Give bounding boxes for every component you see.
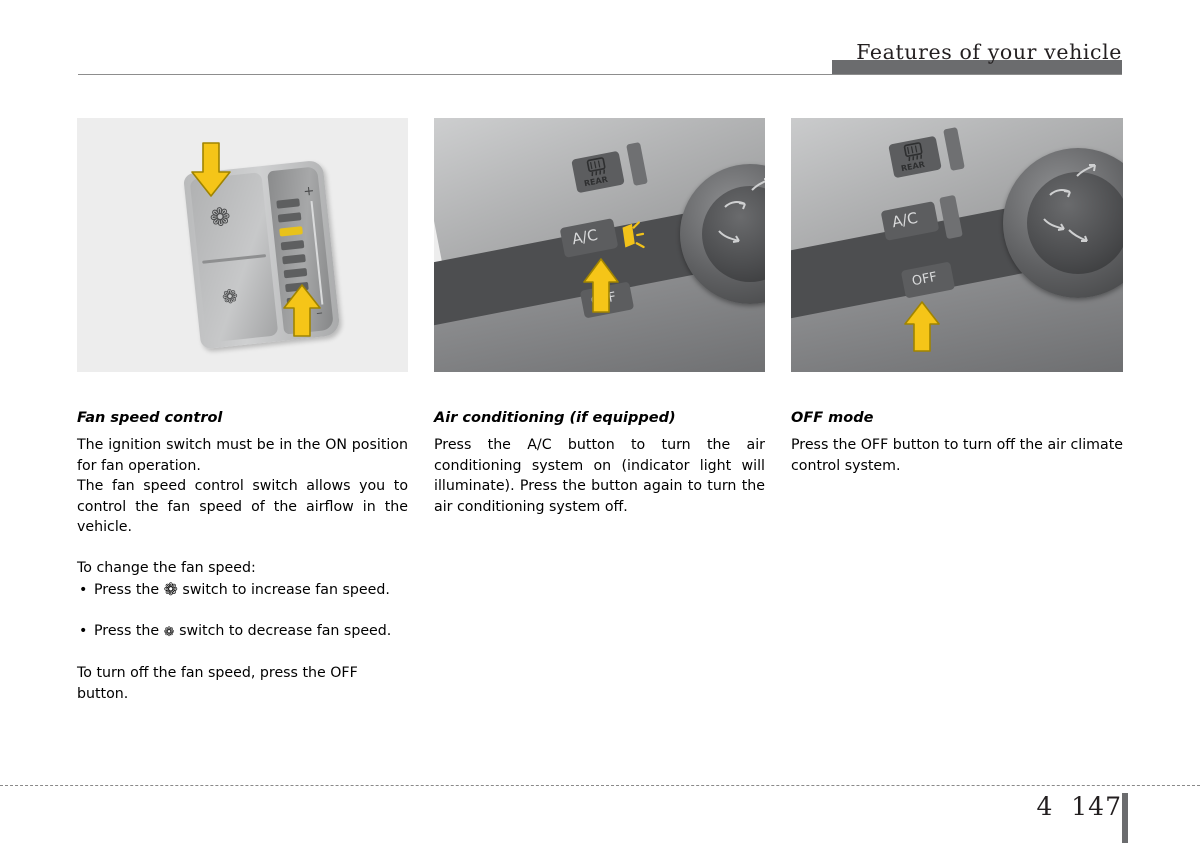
paragraph: Press the A/C button to turn the air con… (434, 437, 765, 515)
vent-feet-icon (716, 226, 742, 250)
header-divider (78, 74, 1122, 75)
figure-fan-speed-control: ❁ ❁ + – (77, 118, 408, 372)
dashboard-illustration: REAR A/C OFF (434, 118, 765, 372)
closing-paragraph: To turn off the fan speed, press the OFF… (77, 665, 358, 702)
figure-air-conditioning: REAR A/C OFF (434, 118, 765, 372)
arrow-up-icon (903, 301, 941, 353)
list-item: Press the ❁ switch to decrease fan speed… (77, 621, 408, 644)
page-number: 4 147 (1036, 792, 1122, 821)
figure-caption: OFF mode (791, 410, 874, 426)
footer-divider (0, 785, 1200, 786)
figure-off-mode: REAR A/C OFF (791, 118, 1123, 372)
level-segment (283, 267, 308, 279)
list-item: Press the ❁ switch to increase fan speed… (77, 580, 408, 601)
change-speed-intro: To change the fan speed: (77, 559, 256, 576)
bullet-text-post: switch to increase fan speed. (182, 582, 390, 598)
vent-face-icon (1047, 186, 1073, 210)
arrow-up-icon (582, 258, 620, 314)
plus-label: + (302, 183, 316, 200)
vent-face-icon (722, 198, 748, 222)
fan-high-icon: ❁ (208, 201, 233, 233)
level-segment (277, 212, 302, 223)
page-header: Features of your vehicle (0, 22, 1200, 75)
level-segment (282, 254, 306, 265)
bullet-text-pre: Press the (94, 582, 160, 598)
chapter-number: 4 (1036, 792, 1054, 821)
level-segment-active (279, 226, 303, 237)
vent-mode-icon (750, 176, 765, 198)
page-title: Features of your vehicle (856, 40, 1122, 64)
vent-mode-icon (1075, 162, 1097, 184)
paragraph: Press the OFF button to turn off the air… (791, 437, 1123, 474)
figure-caption: Air conditioning (if equipped) (434, 410, 676, 426)
vent-defrost-icon (1067, 226, 1089, 248)
arrow-up-icon (282, 284, 322, 338)
fan-speed-bullet-list: Press the ❁ switch to increase fan speed… (77, 580, 408, 643)
level-segment (276, 198, 300, 209)
paragraph: The fan speed control switch allows you … (77, 478, 408, 535)
column-fan-speed-control: ❁ ❁ + – Fan speed control The ignition s… (77, 118, 408, 704)
paragraph: The ignition switch must be in the ON po… (77, 437, 408, 474)
vent-feet-icon (1041, 214, 1067, 238)
figure-caption: Fan speed control (77, 410, 223, 426)
column-air-conditioning: REAR A/C OFF (434, 118, 765, 517)
footer-accent-bar (1122, 793, 1128, 843)
dashboard-illustration: REAR A/C OFF (791, 118, 1123, 372)
bullet-text-pre: Press the (94, 622, 160, 639)
fan-low-icon: ❁ (163, 624, 175, 640)
fan-low-icon: ❁ (220, 285, 240, 309)
page-number-value: 147 (1071, 792, 1122, 821)
column-off-mode: REAR A/C OFF OFF mode Press the OFF butt… (791, 118, 1123, 476)
fan-high-icon: ❁ (163, 580, 178, 600)
arrow-down-icon (189, 142, 233, 198)
level-segment (280, 240, 305, 251)
bullet-text-post: switch to decrease fan speed. (179, 622, 392, 639)
